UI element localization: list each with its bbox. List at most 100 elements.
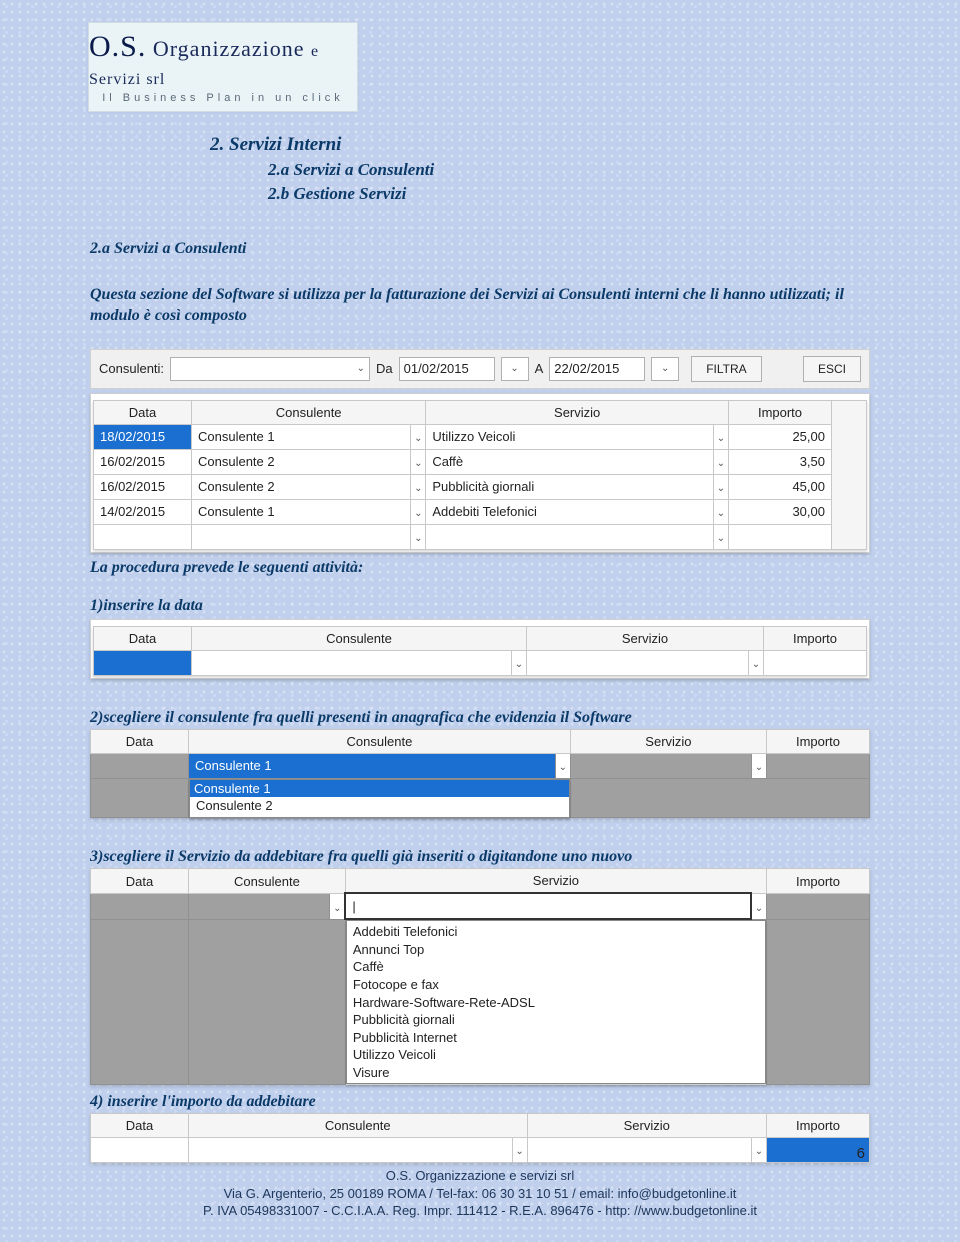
step2-label: 2)scegliere il consulente fra quelli pre… <box>90 709 870 727</box>
dropdown-option[interactable]: Pubblicità Internet <box>353 1029 759 1047</box>
page-number: 6 <box>857 1145 865 1162</box>
cell-consulente[interactable] <box>189 1137 513 1162</box>
chevron-down-icon: ⌄ <box>414 433 422 444</box>
dropdown-option[interactable]: Fotocope e fax <box>353 976 759 994</box>
cell-importo[interactable] <box>767 893 870 919</box>
step4-grid[interactable]: Data Consulente Servizio Importo ⌄ ⌄ <box>90 1113 870 1163</box>
combo-consulente[interactable]: ⌄ <box>411 424 426 449</box>
col-servizio: Servizio <box>570 729 766 753</box>
dropdown-option[interactable]: Utilizzo Veicoli <box>353 1046 759 1064</box>
dropdown-option[interactable]: Consulente 1 <box>190 780 569 798</box>
combo-consulente[interactable]: ⌄ <box>511 650 526 675</box>
cell-importo[interactable] <box>729 524 832 549</box>
cell-consulente[interactable]: Consulente 1 <box>192 424 411 449</box>
dropdown-option[interactable]: Annunci Top <box>353 941 759 959</box>
step1-grid[interactable]: Data Consulente Servizio Importo ⌄ ⌄ <box>93 626 867 676</box>
cell-servizio[interactable] <box>570 753 751 778</box>
table-row[interactable]: 16/02/2015 Consulente 2 ⌄ Pubblicità gio… <box>94 474 867 499</box>
scrollbar-gutter[interactable] <box>832 400 867 549</box>
table-row[interactable]: ⌄ ⌄ <box>94 650 867 675</box>
cell-importo[interactable] <box>764 650 867 675</box>
cell-servizio[interactable] <box>526 650 748 675</box>
combo-consulente[interactable]: ⌄ <box>411 474 426 499</box>
combo-servizio[interactable]: ⌄ <box>714 524 729 549</box>
date-to-picker[interactable]: ⌄ <box>651 357 679 381</box>
dropdown-option[interactable]: Pubblicità giornali <box>353 1011 759 1029</box>
consulente-dropdown[interactable]: Consulente 1 Consulente 2 <box>189 779 570 818</box>
cell-consulente[interactable]: Consulente 2 <box>192 474 411 499</box>
table-row[interactable]: 18/02/2015 Consulente 1 ⌄ Utilizzo Veico… <box>94 424 867 449</box>
cell-servizio[interactable]: Utilizzo Veicoli <box>426 424 714 449</box>
chevron-down-icon: ⌄ <box>717 533 725 544</box>
cell-data[interactable]: 18/02/2015 <box>94 424 192 449</box>
date-to-input[interactable]: 22/02/2015 <box>549 357 645 381</box>
combo-servizio[interactable]: ⌄ <box>714 499 729 524</box>
col-importo: Importo <box>767 1113 870 1137</box>
dropdown-option[interactable]: Hardware-Software-Rete-ADSL <box>353 994 759 1012</box>
combo-consulente[interactable]: ⌄ <box>330 893 346 919</box>
date-from-input[interactable]: 01/02/2015 <box>399 357 495 381</box>
main-grid[interactable]: Data Consulente Servizio Importo 18/02/2… <box>93 400 867 550</box>
col-importo: Importo <box>767 729 870 753</box>
combo-servizio[interactable]: ⌄ <box>714 449 729 474</box>
combo-servizio[interactable]: ⌄ <box>714 424 729 449</box>
combo-servizio[interactable]: ⌄ <box>752 1137 767 1162</box>
chevron-down-icon: ⌄ <box>333 903 341 914</box>
combo-servizio[interactable]: ⌄ <box>749 650 764 675</box>
cell-servizio[interactable]: Pubblicità giornali <box>426 474 714 499</box>
combo-consulente[interactable]: ⌄ <box>555 753 570 778</box>
table-row[interactable]: Consulente 1 ⌄ ⌄ <box>91 753 870 778</box>
cell-data[interactable] <box>91 893 189 919</box>
step2-grid[interactable]: Data Consulente Servizio Importo Consule… <box>90 729 870 819</box>
cell-consulente[interactable]: Consulente 1 <box>192 499 411 524</box>
table-row[interactable]: 14/02/2015 Consulente 1 ⌄ Addebiti Telef… <box>94 499 867 524</box>
cell-consulente[interactable] <box>192 524 411 549</box>
servizio-dropdown[interactable]: Addebiti Telefonici Annunci Top Caffè Fo… <box>346 920 766 1084</box>
cell-importo[interactable]: 25,00 <box>729 424 832 449</box>
cell-servizio-active[interactable]: | <box>345 893 751 919</box>
cell-data-active[interactable] <box>94 650 192 675</box>
dropdown-option[interactable]: Consulente 2 <box>196 797 563 815</box>
combo-consulente[interactable]: ⌄ <box>411 524 426 549</box>
cell-consulente-selected[interactable]: Consulente 1 <box>189 753 556 778</box>
table-row[interactable]: 16/02/2015 Consulente 2 ⌄ Caffè ⌄ 3,50 <box>94 449 867 474</box>
cell-consulente[interactable] <box>189 893 330 919</box>
combo-servizio[interactable]: ⌄ <box>714 474 729 499</box>
combo-consulente[interactable]: ⌄ <box>512 1137 527 1162</box>
combo-consulente[interactable]: ⌄ <box>411 449 426 474</box>
filtra-button[interactable]: FILTRA <box>691 356 761 382</box>
col-servizio: Servizio <box>526 626 763 650</box>
cell-servizio[interactable]: Caffè <box>426 449 714 474</box>
date-from-picker[interactable]: ⌄ <box>501 357 529 381</box>
cell-importo-active[interactable] <box>767 1137 870 1162</box>
cell-data[interactable]: 16/02/2015 <box>94 474 192 499</box>
table-row[interactable]: ⌄ | ⌄ <box>91 893 870 919</box>
combo-servizio[interactable]: ⌄ <box>751 893 767 919</box>
cell-servizio[interactable]: Addebiti Telefonici <box>426 499 714 524</box>
cell-data[interactable]: 16/02/2015 <box>94 449 192 474</box>
combo-servizio[interactable]: ⌄ <box>752 753 767 778</box>
cell-data[interactable]: 14/02/2015 <box>94 499 192 524</box>
cell-servizio[interactable] <box>426 524 714 549</box>
cell-importo[interactable] <box>767 753 870 778</box>
cell-consulente[interactable] <box>192 650 512 675</box>
cell-data[interactable] <box>91 1137 189 1162</box>
cell-importo[interactable]: 45,00 <box>729 474 832 499</box>
cell-data[interactable] <box>94 524 192 549</box>
col-consulente: Consulente <box>189 729 571 753</box>
consulenti-combo[interactable]: ⌄ <box>170 357 370 381</box>
dropdown-option[interactable]: Caffè <box>353 958 759 976</box>
dropdown-option[interactable]: Addebiti Telefonici <box>353 923 759 941</box>
combo-consulente[interactable]: ⌄ <box>411 499 426 524</box>
dropdown-option[interactable]: Visure <box>353 1064 759 1082</box>
cell-consulente[interactable]: Consulente 2 <box>192 449 411 474</box>
cell-importo[interactable]: 3,50 <box>729 449 832 474</box>
step3-grid[interactable]: Data Consulente Servizio Importo ⌄ | ⌄ A… <box>90 868 870 1084</box>
table-row[interactable]: ⌄ ⌄ <box>91 1137 870 1162</box>
a-label: A <box>535 361 544 376</box>
cell-importo[interactable]: 30,00 <box>729 499 832 524</box>
table-row[interactable]: ⌄ ⌄ <box>94 524 867 549</box>
cell-servizio[interactable] <box>527 1137 751 1162</box>
esci-button[interactable]: ESCI <box>803 356 861 382</box>
cell-data[interactable] <box>91 753 189 778</box>
